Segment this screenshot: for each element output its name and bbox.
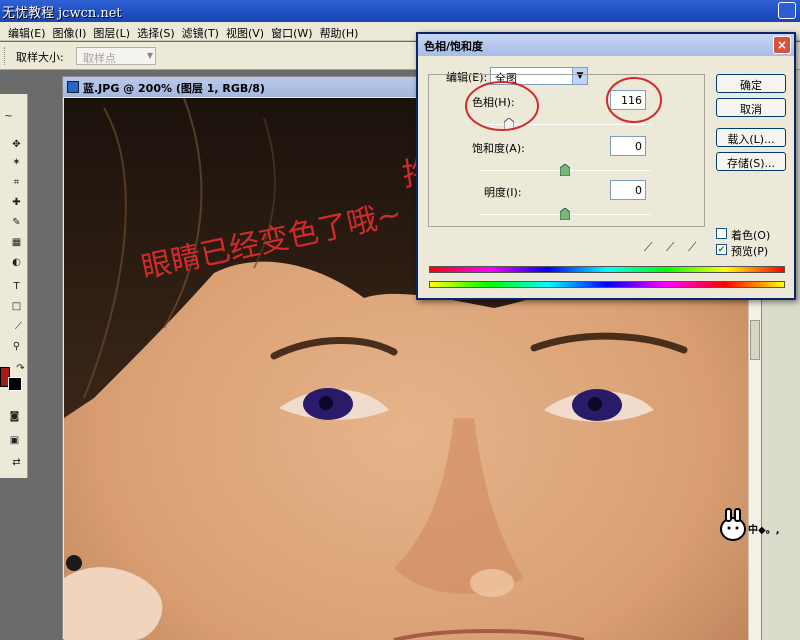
load-button[interactable]: 载入(L)... [716,128,786,147]
sample-size-label: 取样大小: [16,51,64,64]
options-grip[interactable] [4,47,7,65]
zoom-tool-icon[interactable]: ⚲ [10,340,23,353]
mascot-sticker: 中◆。, [718,505,800,545]
saturation-label: 饱和度(A): [472,142,525,155]
jump-to-imageready-icon[interactable]: ⇄ [10,456,23,469]
watermark: 无忧教程 jcwcn.net [2,6,122,21]
background-color-swatch[interactable] [8,377,22,391]
eyedropper-plus-icon[interactable]: ⟋ [666,240,674,255]
mascot-bubble-text: 中◆。, [748,525,780,536]
menu-view[interactable]: 视图(V) [226,22,271,40]
menu-window[interactable]: 窗口(W) [271,22,319,40]
eyedropper-tool-icon[interactable]: ⟋ [12,320,25,333]
save-button[interactable]: 存储(S)... [716,152,786,171]
lightness-slider-thumb[interactable] [560,208,570,220]
feather-icon: ~ [4,111,13,122]
dialog-title-bar: 色相/饱和度 × [418,34,794,56]
close-icon[interactable]: × [773,36,791,54]
preview-checkbox[interactable]: ✔ [716,244,727,255]
shape-tool-icon[interactable]: □ [10,300,23,313]
quick-mask-icon[interactable]: ◙ [8,410,21,423]
output-hue-bar [429,281,785,288]
sample-size-select[interactable]: 取样点 ▼ [76,47,156,65]
gradient-tool-icon[interactable]: ▦ [10,236,23,249]
colorize-checkbox[interactable] [716,228,727,239]
colorize-label: 着色(O) [731,229,771,242]
healing-brush-icon[interactable]: ✚ [10,196,23,209]
lightness-label: 明度(I): [484,186,522,199]
saturation-input[interactable]: 0 [610,136,646,156]
eyedropper-minus-icon[interactable]: ⟋ [688,240,696,255]
toolbox: ~ ✥ ✶ ⌗ ✚ ✎ ▦ ◐ T □ ⟋ ⚲ ↷ ◙ ▣ ⇄ [0,94,28,478]
menu-layer[interactable]: 图层(L) [93,22,137,40]
history-brush-icon[interactable]: ✎ [10,216,23,229]
dialog-title: 色相/饱和度 [424,40,484,53]
scrollbar-thumb[interactable] [750,320,760,360]
rabbit-mascot-icon [720,508,746,541]
hue-value-circle-annotation [606,77,662,123]
dodge-tool-icon[interactable]: ◐ [10,256,23,269]
menu-select[interactable]: 选择(S) [137,22,182,40]
hue-label-circle-annotation [465,81,539,131]
input-hue-bar [429,266,785,273]
restore-button[interactable] [778,2,796,19]
cancel-button[interactable]: 取消 [716,98,786,117]
menu-edit[interactable]: 编辑(E) [8,22,53,40]
preview-label: 预览(P) [731,245,769,258]
menu-help[interactable]: 帮助(H) [320,22,366,40]
lightness-input[interactable]: 0 [610,180,646,200]
menu-image[interactable]: 图像(I) [53,22,94,40]
ok-button[interactable]: 确定 [716,74,786,93]
eyedropper-icon[interactable]: ⟋ [644,240,652,255]
move-tool-icon[interactable]: ✥ [10,138,23,151]
chevron-down-icon: ▼ [146,51,153,60]
type-tool-icon[interactable]: T [10,280,23,293]
screen-mode-icon[interactable]: ▣ [8,434,21,447]
photoshop-document-icon [67,81,79,93]
magic-wand-icon[interactable]: ✶ [10,156,23,169]
menu-filter[interactable]: 滤镜(T) [182,22,226,40]
swap-colors-icon[interactable]: ↷ [14,362,27,375]
hue-saturation-dialog: 色相/饱和度 × 编辑(E): 全图 ▼ 色相(H): 116 饱和度(A): … [416,32,796,300]
saturation-slider-thumb[interactable] [560,164,570,176]
app-title-bar: 无忧教程 jcwcn.net [0,0,800,22]
sample-size-value: 取样点 [83,52,116,65]
crop-tool-icon[interactable]: ⌗ [10,176,23,189]
document-title: 蓝.JPG @ 200% (图层 1, RGB/8) [83,82,265,95]
